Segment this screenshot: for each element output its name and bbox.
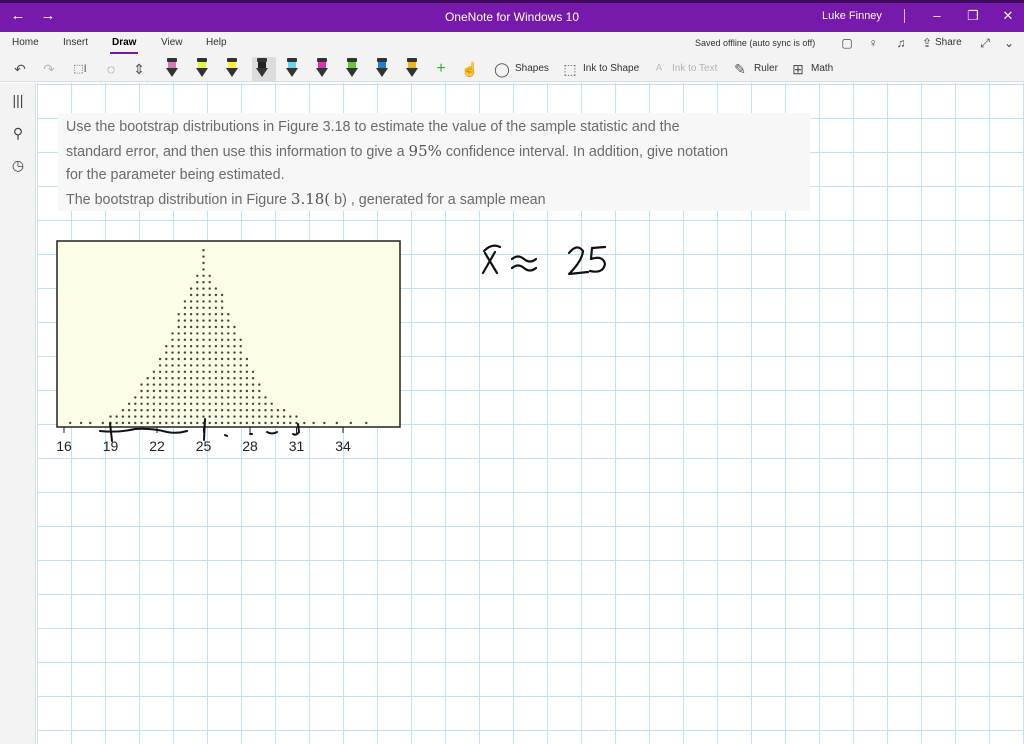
undo-icon[interactable]: ↶ [11, 60, 29, 78]
ink-upper-bound-mark [292, 423, 301, 436]
ink-interval-dot-1 [224, 434, 228, 437]
shapes-button[interactable]: Shapes [515, 62, 549, 76]
tab-insert[interactable]: Insert [63, 36, 88, 50]
pen-tip [286, 68, 298, 77]
expand-icon[interactable]: ⤢ [977, 35, 993, 51]
ink-center-mark [203, 418, 206, 441]
pen-tip [166, 68, 178, 77]
pen-1-icon[interactable] [165, 58, 179, 80]
pen-tip [346, 68, 358, 77]
search-icon[interactable]: ⚲ [9, 124, 27, 142]
pen-2-icon[interactable] [195, 58, 209, 80]
share-icon[interactable]: ⇪ [919, 35, 935, 51]
minimize-icon[interactable]: – [926, 7, 948, 25]
handwritten-ink-layer[interactable] [37, 83, 1024, 744]
pen-cap [347, 58, 357, 62]
tab-view[interactable]: View [161, 36, 183, 50]
pen-cap [317, 58, 327, 62]
ink-digit-2 [567, 246, 590, 276]
lasso-select-icon[interactable]: ⬚I [71, 60, 89, 78]
ribbon-tabs: Home Insert Draw View Help Saved offline… [0, 32, 1024, 86]
user-name[interactable]: Luke Finney [822, 10, 882, 22]
ink-interval-left [99, 427, 188, 434]
ink-approx-1 [510, 255, 538, 263]
pen-cap [257, 58, 267, 62]
recent-clock-icon[interactable]: ◷ [9, 156, 27, 174]
notebooks-icon[interactable]: ||| [9, 91, 27, 109]
pen-cap [167, 58, 177, 62]
pen-9-icon[interactable] [405, 58, 419, 80]
tab-help[interactable]: Help [206, 36, 227, 50]
pen-tip [256, 68, 268, 77]
ink-to-shape-icon[interactable]: ⬚ [561, 60, 579, 78]
ink-to-shape-button[interactable]: Ink to Shape [583, 62, 639, 76]
more-icon[interactable]: ⌄ [1001, 35, 1017, 51]
ink-x-stroke-1 [483, 251, 499, 275]
close-icon[interactable]: ✕ [997, 7, 1019, 25]
pen-tip [226, 68, 238, 77]
ink-x-stroke-2 [481, 250, 497, 275]
tab-home[interactable]: Home [12, 36, 39, 50]
pen-tip [376, 68, 388, 77]
restore-icon[interactable]: ❐ [962, 7, 984, 25]
pen-4-icon[interactable] [255, 58, 269, 80]
pen-tip [196, 68, 208, 77]
navigation-sidebar: ||| ⚲ ◷ [0, 83, 36, 744]
pen-8-icon[interactable] [375, 58, 389, 80]
ruler-button[interactable]: Ruler [754, 62, 778, 76]
title-bar-accent [0, 0, 1024, 3]
pen-cap [377, 58, 387, 62]
title-separator [904, 9, 905, 23]
pen-cap [227, 58, 237, 62]
ink-interval-mid-right [266, 431, 278, 435]
lightbulb-icon[interactable]: ♀ [865, 35, 881, 51]
add-pen-icon[interactable]: + [432, 60, 450, 78]
ink-sample-mean-estimate [481, 244, 607, 276]
ink-confidence-interval [99, 418, 301, 442]
pen-tip [406, 68, 418, 77]
math-icon[interactable]: ⊞ [789, 60, 807, 78]
highlighter-5-icon[interactable] [285, 58, 299, 80]
insert-space-icon[interactable]: ⇕ [130, 60, 148, 78]
touch-draw-icon[interactable]: ☝ [461, 60, 479, 78]
pen-cap [197, 58, 207, 62]
highlighter-3-icon[interactable] [225, 58, 239, 80]
pen-tip [316, 68, 328, 77]
share-button[interactable]: Share [935, 36, 962, 50]
tab-draw[interactable]: Draw [109, 36, 139, 54]
title-bar: ← → OneNote for Windows 10 Luke Finney –… [0, 0, 1024, 32]
pen-7-icon[interactable] [345, 58, 359, 80]
ink-to-text-button[interactable]: Ink to Text [672, 62, 717, 76]
pen-6-icon[interactable] [315, 58, 329, 80]
ink-to-text-icon[interactable]: ᴬ [650, 60, 668, 78]
note-canvas[interactable]: Use the bootstrap distributions in Figur… [37, 83, 1024, 744]
pen-cap [407, 58, 417, 62]
sync-status: Saved offline (auto sync is off) [695, 38, 816, 48]
lasso-icon[interactable]: ◌ [102, 60, 120, 78]
draw-toolbar: ↶ ↷ ⬚I ◌ ⇕ + ☝ ◯ Shapes ⬚ Ink to Shape ᴬ… [0, 56, 1024, 82]
ink-approx-2 [510, 264, 538, 272]
pen-cap [287, 58, 297, 62]
shapes-icon[interactable]: ◯ [493, 60, 511, 78]
bell-icon[interactable]: ♫ [893, 35, 909, 51]
ruler-icon[interactable]: ✎ [731, 60, 749, 78]
redo-icon[interactable]: ↷ [40, 60, 58, 78]
math-button[interactable]: Math [811, 62, 833, 76]
notebook-icon[interactable]: ▢ [839, 35, 855, 51]
ink-digit-5 [588, 245, 607, 273]
ink-xbar-bar [482, 244, 502, 253]
